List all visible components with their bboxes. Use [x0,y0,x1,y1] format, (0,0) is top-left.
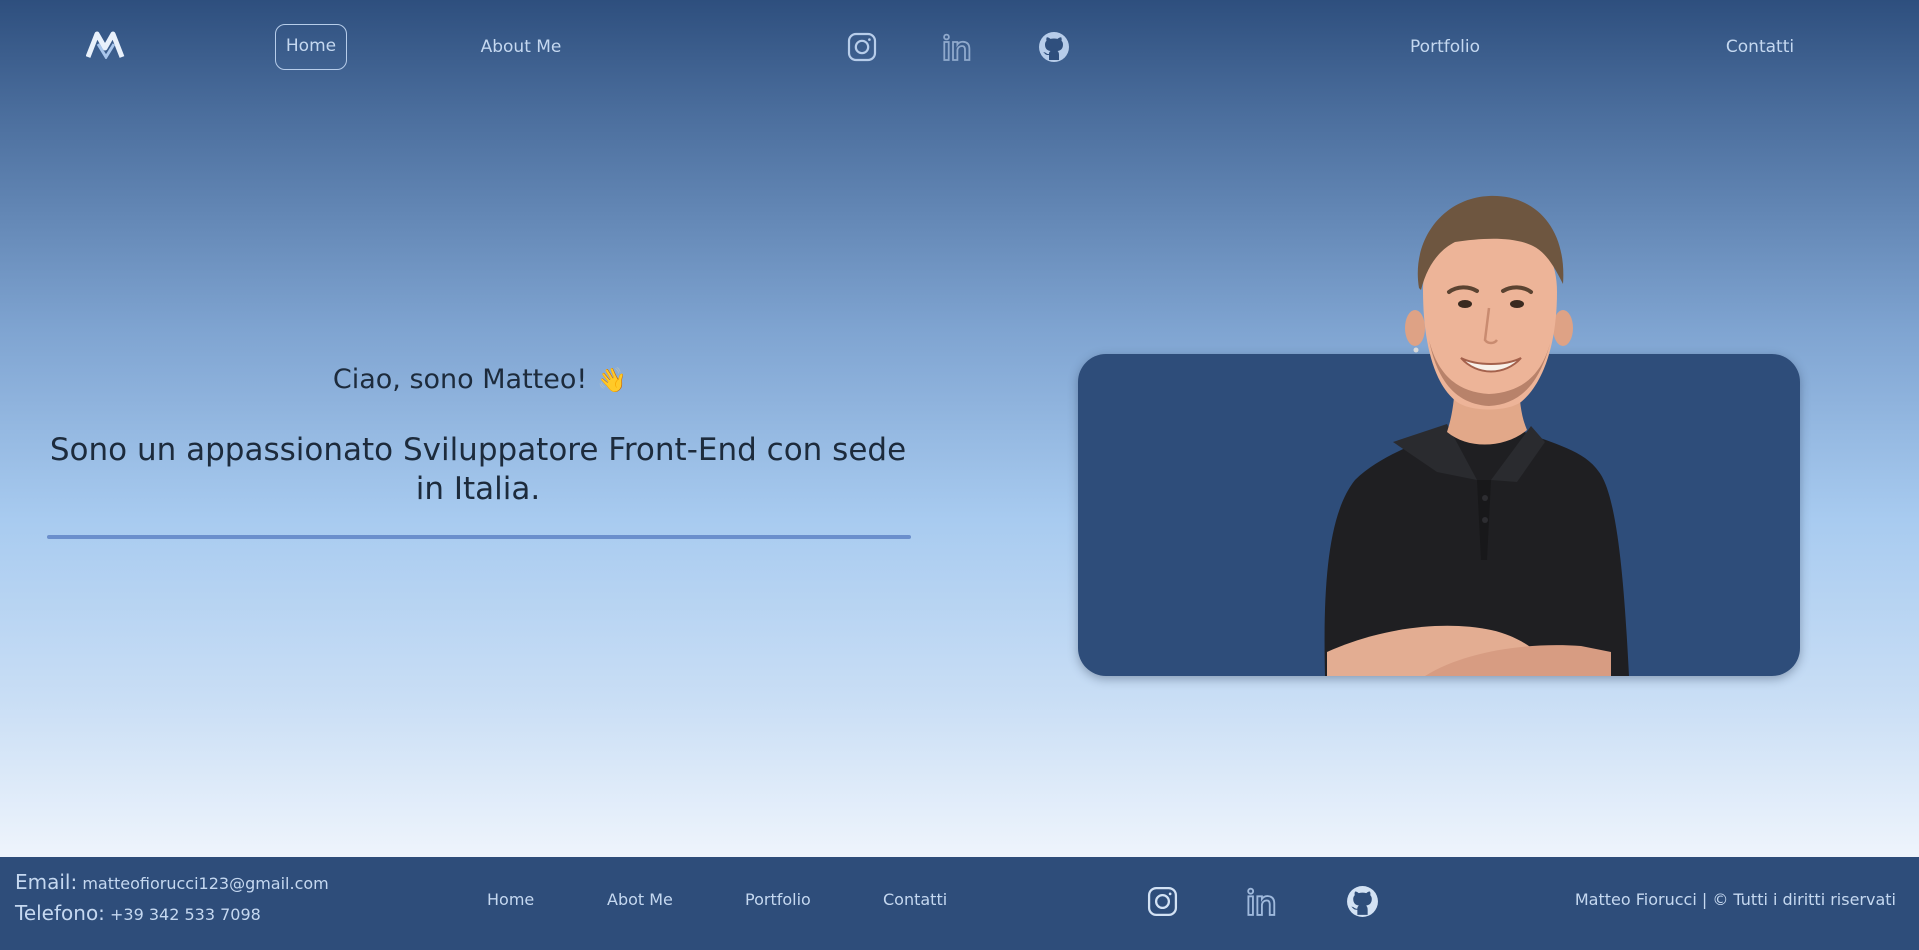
github-icon[interactable] [1346,885,1379,918]
copyright-text: Matteo Fiorucci | © Tutti i diritti rise… [1574,890,1896,909]
footer-email: Email: matteofiorucci123@gmail.com [15,870,329,894]
greeting-text: Ciao, sono Matteo! [332,364,588,395]
hero-greeting: Ciao, sono Matteo! 👋 [270,364,690,395]
linkedin-icon[interactable] [941,31,973,63]
waving-hand-icon: 👋 [597,366,628,394]
nav-contatti-link[interactable]: Contatti [1720,24,1800,70]
footer-phone: Telefono: +39 342 533 7098 [15,901,261,925]
instagram-icon[interactable] [1146,885,1179,918]
phone-label: Telefono: [15,901,105,925]
profile-photo [1324,195,1629,676]
hero-divider [47,535,911,539]
instagram-icon[interactable] [846,31,878,63]
hero-tagline: Sono un appassionato Sviluppatore Front-… [49,432,907,507]
top-navigation: Home About Me Portfolio Contatti [0,0,1919,92]
github-icon[interactable] [1038,31,1070,63]
footer-portfolio-link[interactable]: Portfolio [745,890,811,909]
footer-about-link[interactable]: Abot Me [607,890,673,909]
logo-icon[interactable] [85,31,126,60]
email-link[interactable]: matteofiorucci123@gmail.com [82,874,328,893]
footer: Email: matteofiorucci123@gmail.com Telef… [0,857,1919,950]
nav-portfolio-link[interactable]: Portfolio [1400,24,1490,70]
linkedin-icon[interactable] [1245,885,1278,918]
footer-home-link[interactable]: Home [487,890,534,909]
nav-about-link[interactable]: About Me [470,24,572,70]
phone-link[interactable]: +39 342 533 7098 [110,905,261,924]
nav-home-link[interactable]: Home [275,24,347,70]
email-label: Email: [15,870,78,894]
footer-contatti-link[interactable]: Contatti [883,890,947,909]
